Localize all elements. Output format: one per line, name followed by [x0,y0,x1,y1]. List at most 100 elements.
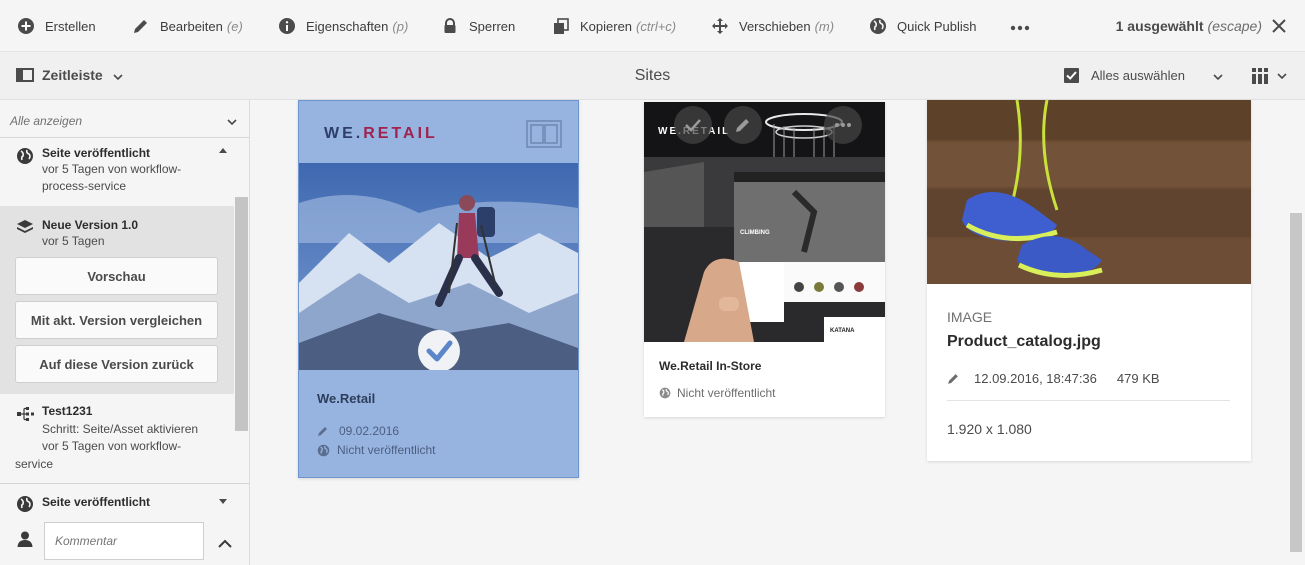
lock-icon [440,16,460,36]
user-icon [16,530,34,553]
card-modified-date: 09.02.2016 [339,424,400,438]
timeline-filter-dropdown[interactable]: Alle anzeigen [0,100,249,138]
asset-card-product-catalog[interactable]: IMAGE Product_catalog.jpg 12.09.2016, 18… [927,100,1251,461]
timeline-item-title: Neue Version 1.0 [42,218,139,232]
chevron-down-icon [1277,73,1287,79]
card-thumbnail [299,163,578,370]
quick-action-edit[interactable] [724,106,762,144]
pencil-icon [317,425,329,437]
compare-version-button[interactable]: Mit akt. Version vergleichen [15,301,218,339]
create-label: Erstellen [45,18,96,34]
timeline-item-workflow[interactable]: Test1231 Schritt: Seite/Asset aktivieren… [0,396,234,482]
card-status-text: Nicht veröffentlicht [337,443,436,457]
globe-icon [317,444,330,457]
copy-button[interactable]: Kopieren (ctrl+c) [551,0,676,52]
page-template-icon [525,119,563,154]
chevron-down-icon [113,67,123,83]
chevron-down-icon [227,114,237,128]
add-circle-icon [16,16,36,36]
card-status: Nicht veröffentlicht [317,443,436,457]
card-view-icon [1251,67,1269,85]
copy-shortcut: (ctrl+c) [636,18,677,34]
card-modified: 09.02.2016 [317,424,399,438]
copy-icon [551,16,571,36]
move-arrows-icon [710,16,730,36]
screen-heading: CLIMBING [740,230,770,236]
site-card-in-store[interactable]: WE.RETAIL CLIMBING KATANA We.Retail In-S… [644,102,885,417]
close-selection-button[interactable] [1269,16,1289,36]
pencil-icon [131,16,151,36]
timeline-item-title: Test1231 [42,404,93,418]
card-title: We.Retail In-Store [659,359,762,373]
globe-icon [16,495,34,513]
quick-action-more[interactable] [824,106,862,144]
move-shortcut: (m) [814,18,835,34]
asset-size: 479 KB [1116,371,1160,386]
properties-label: Eigenschaften [306,18,389,34]
brand-logo-accent: RETAIL [363,125,438,142]
chevron-up-icon[interactable] [218,535,232,553]
info-icon [277,16,297,36]
timeline-item-meta: vor 5 Tagen [42,234,105,248]
select-all-label: Alles auswählen [1091,68,1185,83]
timeline-item-published[interactable]: Seite veröffentlicht [0,486,234,516]
timeline-item-meta: Schritt: Seite/Asset aktivieren [42,422,199,436]
asset-type: IMAGE [947,309,993,325]
divider [947,400,1230,401]
card-thumbnail [927,100,1251,284]
checkmark-icon [685,119,701,132]
create-button[interactable]: Erstellen [16,0,96,52]
brand-logo-text: WE. [324,125,364,142]
select-all-button[interactable]: Alles auswählen [1063,67,1223,84]
pencil-icon [736,119,749,132]
preview-button[interactable]: Vorschau [15,257,218,295]
more-horizontal-icon [1010,19,1030,34]
more-horizontal-icon [835,123,851,127]
comment-input[interactable] [44,522,204,560]
selection-count: 1 ausgewählt (escape) [1116,0,1262,52]
edit-shortcut: (e) [226,18,243,34]
caret-up-icon [219,148,227,153]
move-button[interactable]: Verschieben (m) [710,0,834,52]
content-scrollbar[interactable] [1290,213,1302,552]
card-title: We.Retail [317,391,376,406]
asset-dimensions: 1.920 x 1.080 [947,421,1032,437]
chevron-down-icon [1213,68,1223,83]
timeline-item-meta: service [15,457,54,471]
edit-label: Bearbeiten [160,18,223,34]
rail-toggle-label: Zeitleiste [42,67,103,83]
layers-icon [16,218,34,236]
divider [0,483,249,484]
card-modified-date: 12.09.2016, 18:47:36 [974,371,1097,386]
view-switcher-button[interactable] [1251,67,1287,85]
revert-version-button[interactable]: Auf diese Version zurück [15,345,218,383]
timeline-item-title: Seite veröffentlicht [42,146,151,160]
caret-down-icon [219,499,227,504]
timeline-rail: Alle anzeigen Seite veröffentlicht vor 5… [0,100,250,565]
rail-toggle-button[interactable]: Zeitleiste [16,66,123,84]
selection-escape-hint: (escape) [1207,18,1262,34]
site-card-we-retail[interactable]: WE.RETAIL We.Retail 09.02.2016 Nicht ver… [298,100,579,478]
timeline-item-published[interactable]: Seite veröffentlicht vor 5 Tagen von wor… [0,139,234,196]
screen-product: KATANA [830,328,855,334]
more-button[interactable] [1010,0,1030,52]
brand-logo: WE.RETAIL [324,125,438,143]
quick-action-select[interactable] [674,106,712,144]
pencil-icon [947,372,960,385]
card-title: Product_catalog.jpg [947,333,1101,350]
quick-publish-button[interactable]: Quick Publish [868,0,976,52]
rail-scrollbar[interactable] [235,197,248,431]
card-status-text: Nicht veröffentlicht [677,386,776,400]
globe-icon [868,16,888,36]
lock-button[interactable]: Sperren [440,0,515,52]
copy-label: Kopieren [580,18,633,34]
workflow-icon [16,405,34,423]
properties-shortcut: (p) [392,18,409,34]
close-icon [1272,19,1286,33]
properties-button[interactable]: Eigenschaften (p) [277,0,408,52]
timeline-item-version[interactable]: Neue Version 1.0 vor 5 Tagen Vorschau Mi… [0,206,234,394]
edit-button[interactable]: Bearbeiten (e) [131,0,243,52]
quick-publish-label: Quick Publish [897,18,977,34]
globe-icon [659,387,671,399]
checkbox-checked-icon [1063,67,1080,84]
